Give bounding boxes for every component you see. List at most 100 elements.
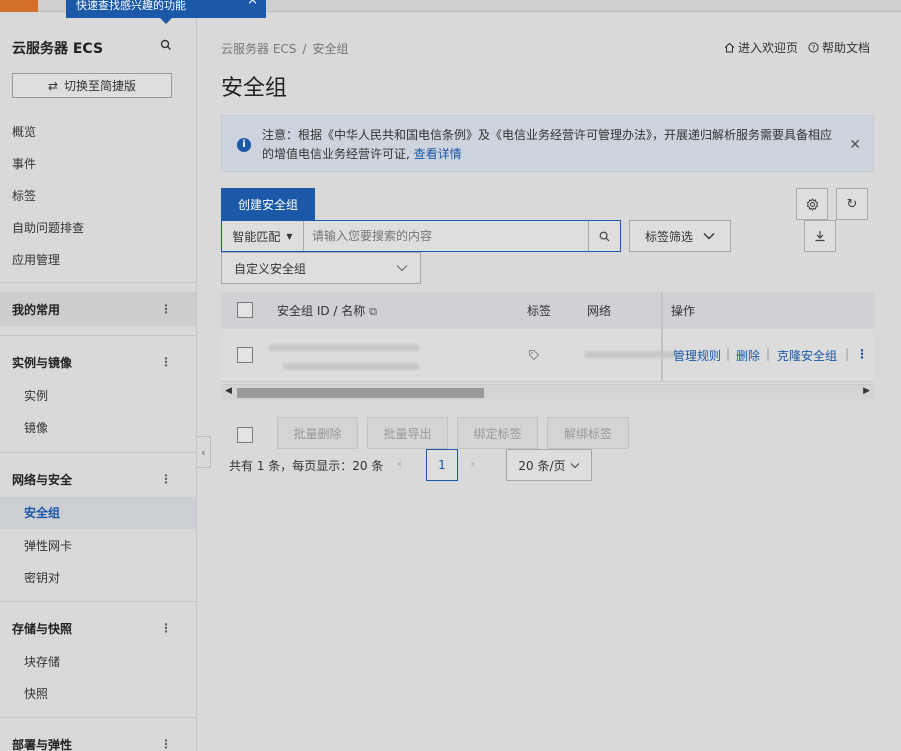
compliance-notice: i 注意：根据《中华人民共和国电信条例》及《电信业务经营许可管理办法》，开展递归… [221, 115, 874, 172]
column-header-tags: 标签 [527, 304, 552, 318]
home-icon [724, 42, 735, 53]
feature-search-tooltip: 快速查找感兴趣的功能 × [66, 0, 266, 18]
more-icon[interactable]: ⋮ [160, 472, 172, 486]
top-links: 进入欢迎页 ? 帮助文档 [724, 39, 870, 56]
sidebar-item-block-storage[interactable]: 块存储 [0, 646, 196, 678]
sidebar-divider [0, 452, 196, 453]
batch-select-checkbox[interactable] [237, 427, 253, 443]
chevron-down-icon [703, 233, 715, 240]
pagination-total: 共有 1 条，每页显示：20 条 [229, 459, 384, 473]
switch-label: 切换至简捷版 [64, 79, 137, 93]
prev-page-icon[interactable]: ‹ [397, 457, 402, 472]
delete-link[interactable]: 删除 [736, 347, 760, 364]
welcome-link[interactable]: 进入欢迎页 [724, 39, 798, 56]
svg-text:?: ? [812, 44, 816, 52]
clone-security-group-link[interactable]: 克隆安全组 [777, 347, 837, 364]
horizontal-scrollbar[interactable]: ◀ ▶ [221, 384, 874, 400]
tag-icon[interactable] [528, 349, 540, 361]
sidebar-item-security-groups[interactable]: 安全组 [0, 497, 196, 529]
sidebar-item-key-pairs[interactable]: 密钥对 [0, 562, 196, 594]
sidebar-item-overview[interactable]: 概览 [12, 123, 36, 140]
help-icon: ? [808, 42, 819, 53]
scrollbar-thumb[interactable] [237, 388, 484, 398]
search-input[interactable] [304, 221, 588, 251]
more-icon[interactable]: ⋮ [160, 302, 172, 316]
sidebar-item-snapshots[interactable]: 快照 [0, 678, 196, 710]
security-group-table: 安全组 ID / 名称 ⧉ 标签 网络 操作 管理规则 | 删除 | 克隆安全组… [221, 292, 874, 382]
custom-security-group-select[interactable]: 自定义安全组 [221, 252, 421, 284]
breadcrumb-separator: / [302, 42, 307, 56]
sidebar-item-tags[interactable]: 标签 [12, 187, 36, 204]
op-separator: | [726, 347, 731, 361]
bind-tag-button[interactable]: 绑定标签 [457, 417, 538, 449]
batch-delete-button[interactable]: 批量删除 [277, 417, 358, 449]
welcome-link-label: 进入欢迎页 [737, 41, 798, 55]
sidebar-item-eni[interactable]: 弹性网卡 [0, 530, 196, 562]
sidebar-item-events[interactable]: 事件 [12, 155, 36, 172]
download-button[interactable] [804, 220, 836, 252]
page-size-select[interactable]: 20 条/页 [506, 449, 592, 481]
sidebar-group-instances-images[interactable]: 实例与镜像 ⋮ [0, 345, 196, 379]
sidebar-group-deploy-elastic[interactable]: 部署与弹性 ⋮ [0, 727, 196, 751]
table-row: 管理规则 | 删除 | 克隆安全组 | ⋮ [221, 329, 874, 382]
search-icon[interactable] [160, 39, 172, 51]
copy-icon[interactable]: ⧉ [369, 305, 377, 318]
tag-filter-label: 标签筛选 [644, 229, 693, 244]
close-icon[interactable]: × [247, 0, 258, 7]
close-icon[interactable]: ✕ [849, 136, 861, 155]
column-header-id-name[interactable]: 安全组 ID / 名称 ⧉ [277, 302, 377, 319]
next-page-icon[interactable]: › [470, 457, 475, 472]
switch-simple-mode-button[interactable]: ⇄ 切换至简捷版 [12, 73, 172, 98]
group-label: 部署与弹性 [12, 737, 73, 751]
search-submit-button[interactable] [588, 221, 620, 251]
sidebar-item-app-management[interactable]: 应用管理 [12, 251, 60, 268]
group-label: 我的常用 [12, 302, 61, 317]
tag-filter-button[interactable]: 标签筛选 [629, 220, 731, 252]
help-docs-link[interactable]: ? 帮助文档 [808, 39, 870, 56]
tooltip-arrow [160, 18, 172, 24]
sidebar-item-images[interactable]: 镜像 [0, 412, 196, 444]
sidebar-divider [0, 601, 196, 602]
batch-export-button[interactable]: 批量导出 [367, 417, 448, 449]
redacted-id[interactable] [269, 344, 419, 351]
unbind-tag-button[interactable]: 解绑标签 [547, 417, 629, 449]
chevron-down-icon [570, 462, 579, 468]
console-logo[interactable] [0, 0, 38, 12]
row-checkbox[interactable] [237, 347, 253, 363]
select-all-checkbox[interactable] [237, 302, 253, 318]
sidebar-group-favorites[interactable]: 我的常用 ⋮ [0, 292, 196, 326]
refresh-button[interactable]: ↻ [836, 188, 868, 220]
group-label: 存储与快照 [12, 621, 73, 636]
refresh-icon: ↻ [846, 196, 858, 212]
breadcrumb-root[interactable]: 云服务器 ECS [221, 42, 296, 56]
more-icon[interactable]: ⋮ [160, 621, 172, 635]
page-number-current[interactable]: 1 [426, 449, 458, 481]
breadcrumb: 云服务器 ECS / 安全组 [221, 40, 348, 57]
sidebar-title: 云服务器 ECS [12, 41, 104, 57]
download-icon [815, 231, 825, 242]
create-security-group-button[interactable]: 创建安全组 [221, 188, 315, 220]
notice-details-link[interactable]: 查看详情 [414, 147, 462, 161]
gear-icon [806, 197, 818, 211]
op-separator: | [766, 347, 771, 361]
notice-text: 注意：根据《中华人民共和国电信条例》及《电信业务经营许可管理办法》，开展递归解析… [262, 128, 833, 161]
sidebar-divider [0, 282, 196, 283]
sidebar-group-network-security[interactable]: 网络与安全 ⋮ [0, 462, 196, 496]
table-header: 安全组 ID / 名称 ⧉ 标签 网络 操作 [221, 292, 874, 329]
more-icon[interactable]: ⋮ [160, 355, 172, 369]
search-mode-label: 智能匹配 [232, 229, 281, 244]
more-actions-icon[interactable]: ⋮ [856, 347, 868, 361]
caret-down-icon: ▼ [286, 231, 293, 241]
scroll-left-icon[interactable]: ◀ [225, 386, 232, 396]
redacted-name [283, 363, 419, 370]
sidebar-group-storage-snapshots[interactable]: 存储与快照 ⋮ [0, 611, 196, 645]
sidebar-item-instances[interactable]: 实例 [0, 380, 196, 412]
more-icon[interactable]: ⋮ [160, 737, 172, 751]
manage-rules-link[interactable]: 管理规则 [673, 347, 721, 364]
sidebar-item-troubleshoot[interactable]: 自助问题排查 [12, 219, 84, 236]
settings-button[interactable] [796, 188, 828, 220]
scroll-right-icon[interactable]: ▶ [863, 386, 870, 396]
page-size-label: 20 条/页 [518, 458, 566, 473]
search-mode-select[interactable]: 智能匹配 ▼ [222, 221, 304, 251]
sidebar: 云服务器 ECS ⇄ 切换至简捷版 概览 事件 标签 自助问题排查 应用管理 我… [0, 12, 197, 751]
